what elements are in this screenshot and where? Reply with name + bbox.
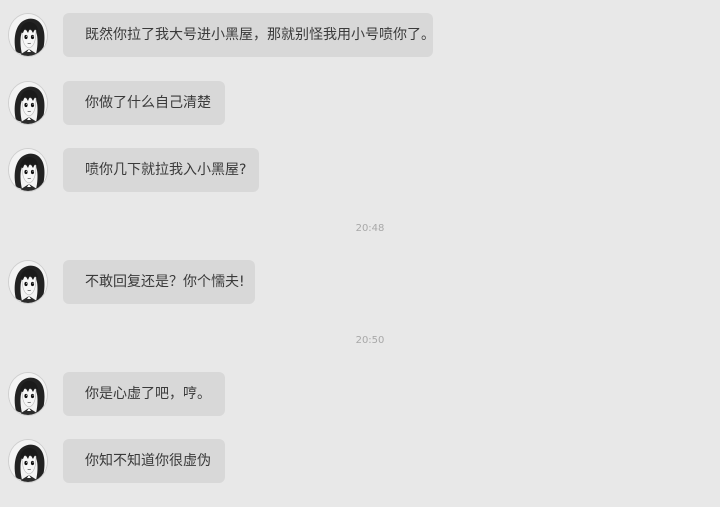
message-bubble[interactable]: 你是心虚了吧，哼。 [63,372,225,416]
message-bubble[interactable]: 喷你几下就拉我入小黑屋? [63,148,259,192]
message-bubble[interactable]: 不敢回复还是？你个懦夫! [63,260,255,304]
message-row: 你做了什么自己清楚 [0,81,720,131]
chat-area: 既然你拉了我大号进小黑屋，那就别怪我用小号喷你了。 你做了什么自己清楚 喷你几下… [0,0,720,507]
message-bubble[interactable]: 你知不知道你很虚伪 [63,439,225,483]
message-bubble[interactable]: 你做了什么自己清楚 [63,81,225,125]
message-row: 不敢回复还是？你个懦夫! [0,260,720,310]
anime-girl-avatar[interactable] [8,81,48,125]
anime-girl-avatar[interactable] [8,148,48,192]
message-bubble[interactable]: 既然你拉了我大号进小黑屋，那就别怪我用小号喷你了。 [63,13,435,57]
anime-girl-avatar[interactable] [8,372,48,416]
timestamp: 20:50 [355,335,385,346]
timestamp: 20:48 [355,223,385,234]
message-row: 你是心虚了吧，哼。 [0,372,720,422]
anime-girl-avatar[interactable] [8,13,48,57]
anime-girl-avatar[interactable] [8,260,48,304]
message-row: 喷你几下就拉我入小黑屋? [0,148,720,198]
message-row: 既然你拉了我大号进小黑屋，那就别怪我用小号喷你了。 [0,13,720,63]
message-row: 你知不知道你很虚伪 [0,439,720,489]
anime-girl-avatar[interactable] [8,439,48,483]
